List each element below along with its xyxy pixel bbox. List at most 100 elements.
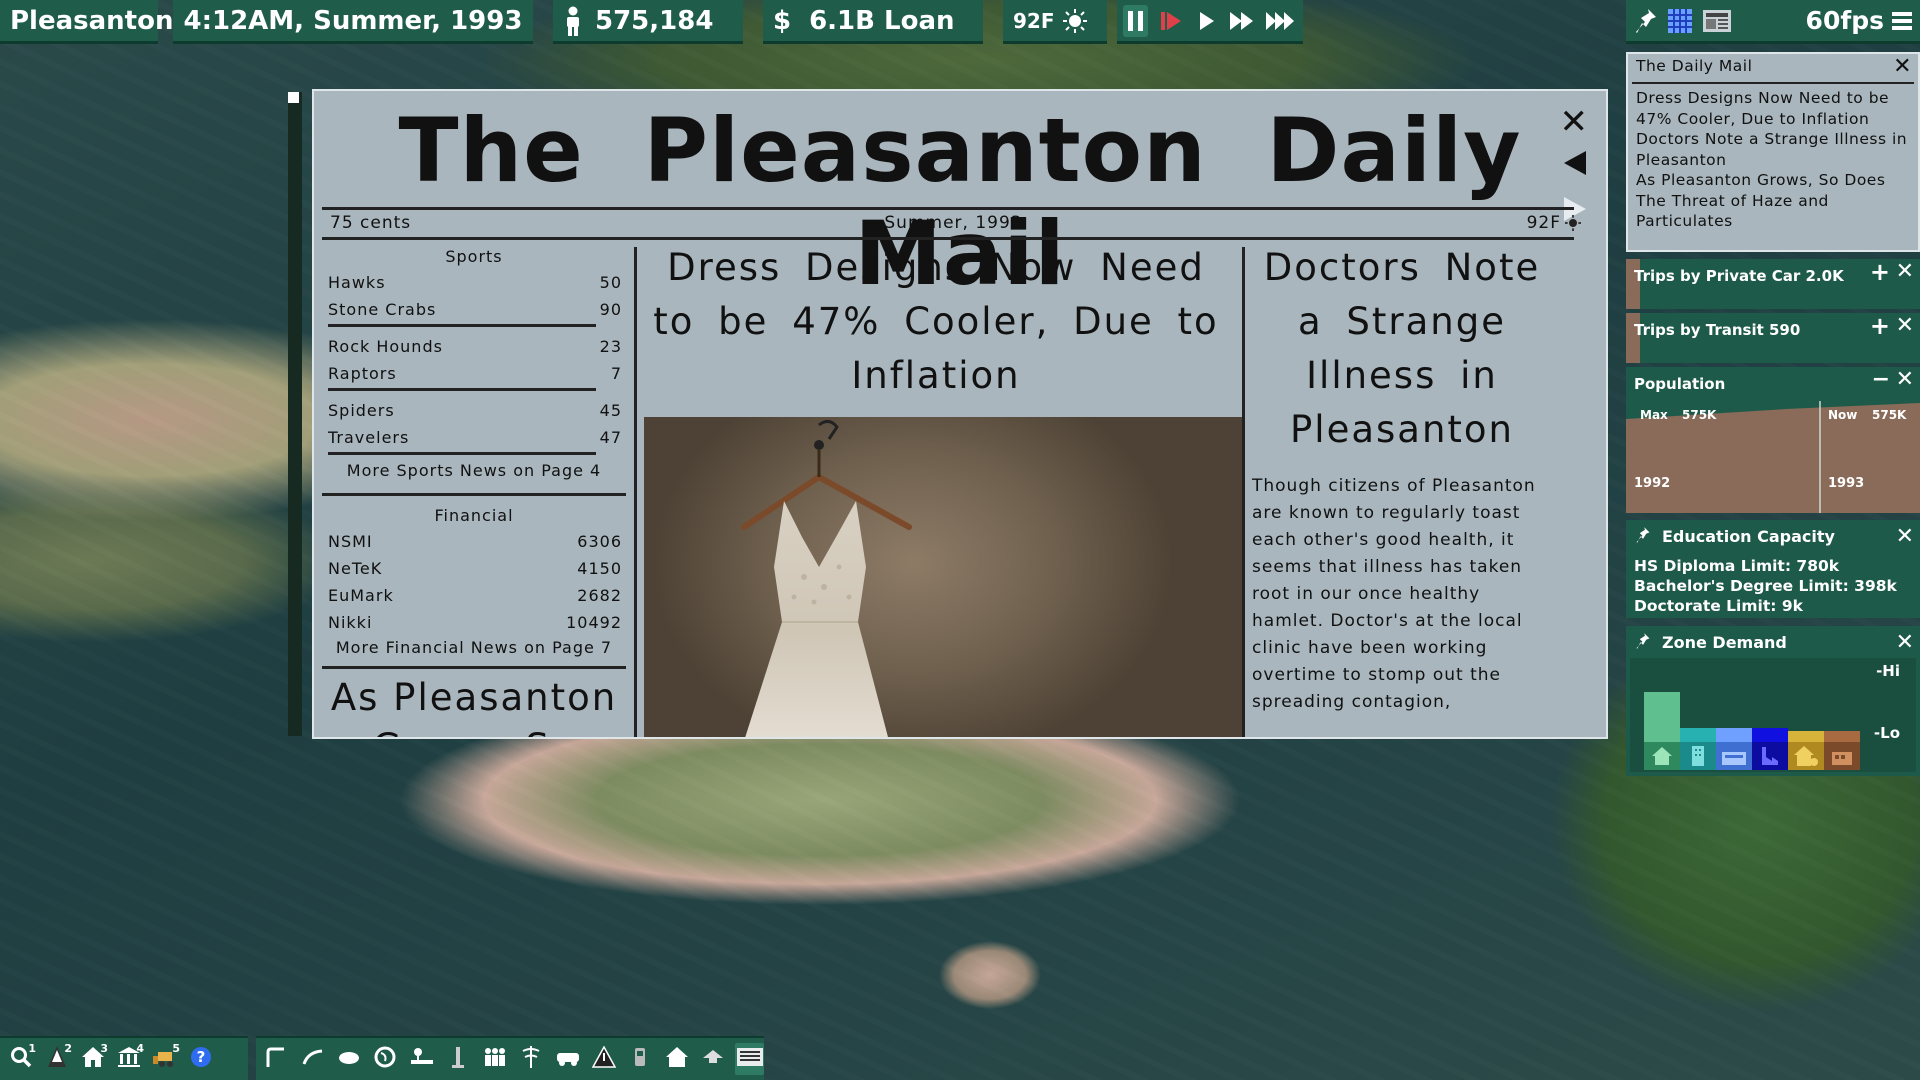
- newspaper-overlay-button[interactable]: [735, 1043, 764, 1075]
- close-panel-button[interactable]: ✕: [1896, 315, 1914, 337]
- power-overlay-button[interactable]: [335, 1043, 363, 1075]
- housing-overlay-button[interactable]: [663, 1043, 691, 1075]
- date-time-display[interactable]: 4:12AM, Summer, 1993: [173, 0, 533, 44]
- game-divider: [328, 388, 596, 391]
- team-name: Stone Crabs: [328, 300, 437, 319]
- retail-zone-icon[interactable]: [1680, 742, 1716, 770]
- bulldozer-tool-button[interactable]: 5: [150, 1042, 180, 1075]
- landfill-zone-icon[interactable]: [1824, 742, 1860, 770]
- hotkey-badge: 4: [136, 1042, 144, 1055]
- dateline-rule: [322, 237, 1574, 240]
- close-panel-button[interactable]: ✕: [1896, 369, 1914, 391]
- pause-button[interactable]: [1123, 4, 1149, 37]
- zone-demand-bar-landfill: [1824, 731, 1860, 742]
- expand-button[interactable]: +: [1870, 314, 1890, 338]
- secondary-headline[interactable]: Doctors Note a Strange Illness in Pleasa…: [1252, 241, 1552, 457]
- game-divider: [328, 324, 596, 327]
- hs-diploma-limit: HS Diploma Limit: 780k: [1634, 557, 1840, 575]
- help-button[interactable]: ?: [186, 1043, 216, 1075]
- teaser-headline[interactable]: As Pleasanton Grows, So: [322, 673, 626, 737]
- search-tool-button[interactable]: 1: [6, 1042, 36, 1075]
- stock-value: 2682: [577, 586, 622, 605]
- more-sports-link[interactable]: More Sports News on Page 4: [322, 461, 626, 485]
- headline-list-item[interactable]: As Pleasanton Grows, So Does The Threat …: [1636, 170, 1910, 232]
- section-divider: [322, 666, 626, 669]
- budget-value: 6.1B Loan: [809, 5, 955, 36]
- main-headline[interactable]: Dress Designs Now Need to be 47% Cooler,…: [636, 241, 1236, 403]
- collapse-button[interactable]: −: [1872, 369, 1890, 391]
- close-daily-mail-button[interactable]: ✕: [1893, 54, 1912, 79]
- city-name-label: Pleasanton: [10, 5, 174, 36]
- stock-value: 6306: [577, 532, 622, 551]
- low-demand-label: -Lo: [1873, 724, 1900, 742]
- road-tool-button[interactable]: 2: [42, 1042, 72, 1075]
- trips-transit-panel[interactable]: Trips by Transit 590 + ✕: [1626, 313, 1920, 363]
- pin-icon[interactable]: [1634, 632, 1652, 654]
- play-button[interactable]: [1194, 5, 1219, 37]
- rail-overlay-button[interactable]: [298, 1043, 326, 1075]
- window-pin-marker: [288, 92, 299, 103]
- zone-tool-button[interactable]: 3: [78, 1042, 108, 1075]
- dateline: 75 cents Summer, 1993 92F: [326, 213, 1581, 237]
- step-button[interactable]: [1158, 5, 1183, 37]
- housing-icon: [665, 1046, 689, 1072]
- score-row: Travelers 47: [322, 424, 626, 451]
- tool-group-overlays: [256, 1036, 764, 1080]
- score-row: Rock Hounds 23: [322, 333, 626, 360]
- office-zone-icon[interactable]: [1716, 742, 1752, 770]
- budget-display[interactable]: $ 6.1B Loan: [763, 0, 983, 44]
- weather-display[interactable]: 92F: [1003, 0, 1107, 44]
- city-name[interactable]: Pleasanton: [0, 0, 173, 44]
- high-demand-label: -Hi: [1876, 662, 1900, 680]
- population-panel[interactable]: Population − ✕ Max 575K Now 575K 1992 19…: [1626, 367, 1920, 513]
- transit-overlay-button[interactable]: [553, 1043, 581, 1075]
- hotkey-badge: 1: [28, 1042, 36, 1055]
- newspaper-window-edge: [288, 92, 302, 736]
- road-overlay-button[interactable]: [262, 1043, 290, 1075]
- now-label: Now: [1828, 408, 1858, 422]
- education-overlay-button[interactable]: [481, 1043, 509, 1075]
- grid-icon[interactable]: [1666, 7, 1694, 35]
- warning-overlay-button[interactable]: [590, 1043, 618, 1075]
- bus-overlay-button[interactable]: [626, 1043, 654, 1075]
- headline-list-item[interactable]: Dress Designs Now Need to be 47% Cooler,…: [1636, 88, 1910, 129]
- close-panel-button[interactable]: ✕: [1896, 632, 1914, 654]
- residential-zone-icon[interactable]: [1644, 742, 1680, 770]
- score-row: Raptors 7: [322, 360, 626, 387]
- park-icon: [410, 1046, 434, 1072]
- fastest-button[interactable]: [1265, 5, 1297, 37]
- monument-overlay-button[interactable]: [444, 1043, 472, 1075]
- stock-name: Nikki: [328, 613, 373, 632]
- population-display[interactable]: 575,184: [553, 0, 743, 44]
- team-score: 47: [599, 428, 622, 447]
- previous-page-button[interactable]: [1564, 151, 1586, 175]
- health-overlay-button[interactable]: [517, 1043, 545, 1075]
- newspaper-icon[interactable]: [1702, 8, 1732, 34]
- pin-icon[interactable]: [1634, 526, 1652, 548]
- hide-roof-overlay-button[interactable]: [699, 1043, 727, 1075]
- zone-demand-panel[interactable]: Zone Demand ✕ -Hi -Lo: [1626, 626, 1920, 776]
- menu-icon[interactable]: [1892, 10, 1912, 32]
- headline-list-item[interactable]: Doctors Note a Strange Illness in Pleasa…: [1636, 129, 1910, 170]
- close-panel-button[interactable]: ✕: [1896, 526, 1914, 548]
- trips-private-car-panel[interactable]: Trips by Private Car 2.0K + ✕: [1626, 259, 1920, 309]
- farm-zone-icon[interactable]: [1788, 742, 1824, 770]
- close-panel-button[interactable]: ✕: [1896, 261, 1914, 283]
- education-capacity-panel[interactable]: Education Capacity ✕ HS Diploma Limit: 7…: [1626, 520, 1920, 618]
- industrial-zone-icon[interactable]: [1752, 742, 1788, 770]
- zone-demand-title: Zone Demand: [1662, 633, 1787, 652]
- panel-rule: [1632, 82, 1914, 84]
- pin-icon[interactable]: [1634, 7, 1658, 35]
- park-overlay-button[interactable]: [408, 1043, 436, 1075]
- zone-demand-bar-industrial: [1752, 728, 1788, 742]
- road-icon: [265, 1046, 287, 1072]
- expand-button[interactable]: +: [1870, 260, 1890, 284]
- government-tool-button[interactable]: 4: [114, 1042, 144, 1075]
- dress-photo: [644, 417, 1242, 737]
- more-financial-link[interactable]: More Financial News on Page 7: [322, 638, 626, 662]
- water-overlay-button[interactable]: [371, 1043, 399, 1075]
- fast-forward-button[interactable]: [1229, 5, 1255, 37]
- sun-icon: [1062, 8, 1087, 33]
- close-newspaper-button[interactable]: ✕: [1560, 105, 1589, 139]
- max-label: Max: [1640, 408, 1668, 422]
